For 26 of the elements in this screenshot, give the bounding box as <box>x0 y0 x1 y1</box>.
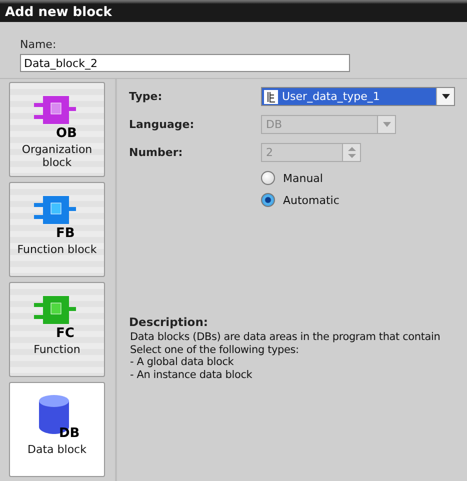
radio-button[interactable] <box>261 193 275 207</box>
number-label: Number: <box>129 146 184 159</box>
caret-icon <box>442 94 450 99</box>
data-type-icon <box>264 90 278 104</box>
description-text: Select one of the following types: <box>129 344 300 356</box>
name-field[interactable]: Data_block_2 <box>20 54 350 72</box>
spin-arrows-icon <box>348 146 356 159</box>
type-label: Type: <box>129 90 164 103</box>
radio-option[interactable]: Automatic <box>261 193 467 207</box>
description-title: Description: <box>129 315 209 329</box>
window-title: Add new block <box>0 0 467 22</box>
block-type-button[interactable]: OB Organization block <box>9 82 105 177</box>
block-type-button[interactable]: FB Function block <box>9 182 105 277</box>
type-dropdown[interactable]: User_data_type_1 <box>261 87 455 106</box>
block-type-button[interactable]: FC Function <box>9 282 105 377</box>
radio-button[interactable] <box>261 171 275 185</box>
name-label: Name: <box>20 38 58 51</box>
radio-option[interactable]: Manual <box>261 171 467 185</box>
description-text: Data blocks (DBs) are data areas in the program that contain <box>129 331 442 344</box>
radio-label: Manual <box>283 172 323 184</box>
block-type-button[interactable]: DB Data block <box>9 382 105 477</box>
caret-icon <box>382 122 390 127</box>
description-text: - An instance data block <box>129 368 254 381</box>
radio-label: Automatic <box>283 194 340 206</box>
language-label: Language: <box>129 118 196 131</box>
description-text: - A global data block <box>129 356 235 368</box>
